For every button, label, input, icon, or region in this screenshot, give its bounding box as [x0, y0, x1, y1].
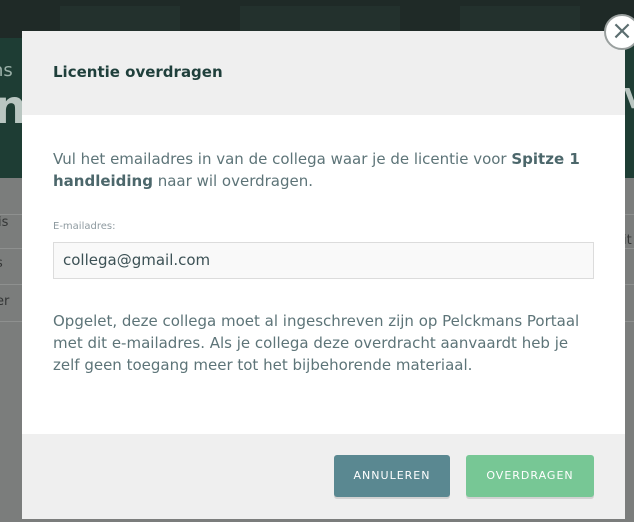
- intro-text: Vul het emailadres in van de collega waa…: [53, 148, 583, 192]
- close-icon[interactable]: ×: [604, 14, 634, 50]
- intro-after: naar wil overdragen.: [152, 172, 314, 190]
- background-row-text: er: [0, 294, 10, 309]
- topbar-stripe: [460, 6, 580, 34]
- transfer-button[interactable]: OVERDRAGEN: [466, 455, 594, 497]
- email-field[interactable]: collega@gmail.com: [53, 242, 594, 279]
- transfer-license-modal: Licentie overdragen Vul het emailadres i…: [22, 31, 625, 519]
- topbar-stripe: [240, 6, 400, 34]
- modal-footer: ANNULEREN OVERDRAGEN: [22, 434, 625, 519]
- intro-before: Vul het emailadres in van de collega waa…: [53, 150, 512, 168]
- background-title-fragment: ns: [0, 60, 13, 81]
- cancel-button[interactable]: ANNULEREN: [334, 455, 450, 497]
- background-right-fragment: V: [624, 82, 634, 115]
- modal-title: Licentie overdragen: [53, 63, 223, 81]
- email-label: E-mailadres:: [53, 221, 116, 232]
- modal-header: Licentie overdragen: [22, 31, 625, 115]
- background-row-text: s: [0, 256, 3, 271]
- background-row-text: is: [0, 215, 9, 230]
- topbar-stripe: [60, 6, 180, 34]
- warning-text: Opgelet, deze collega moet al ingeschrev…: [53, 312, 580, 374]
